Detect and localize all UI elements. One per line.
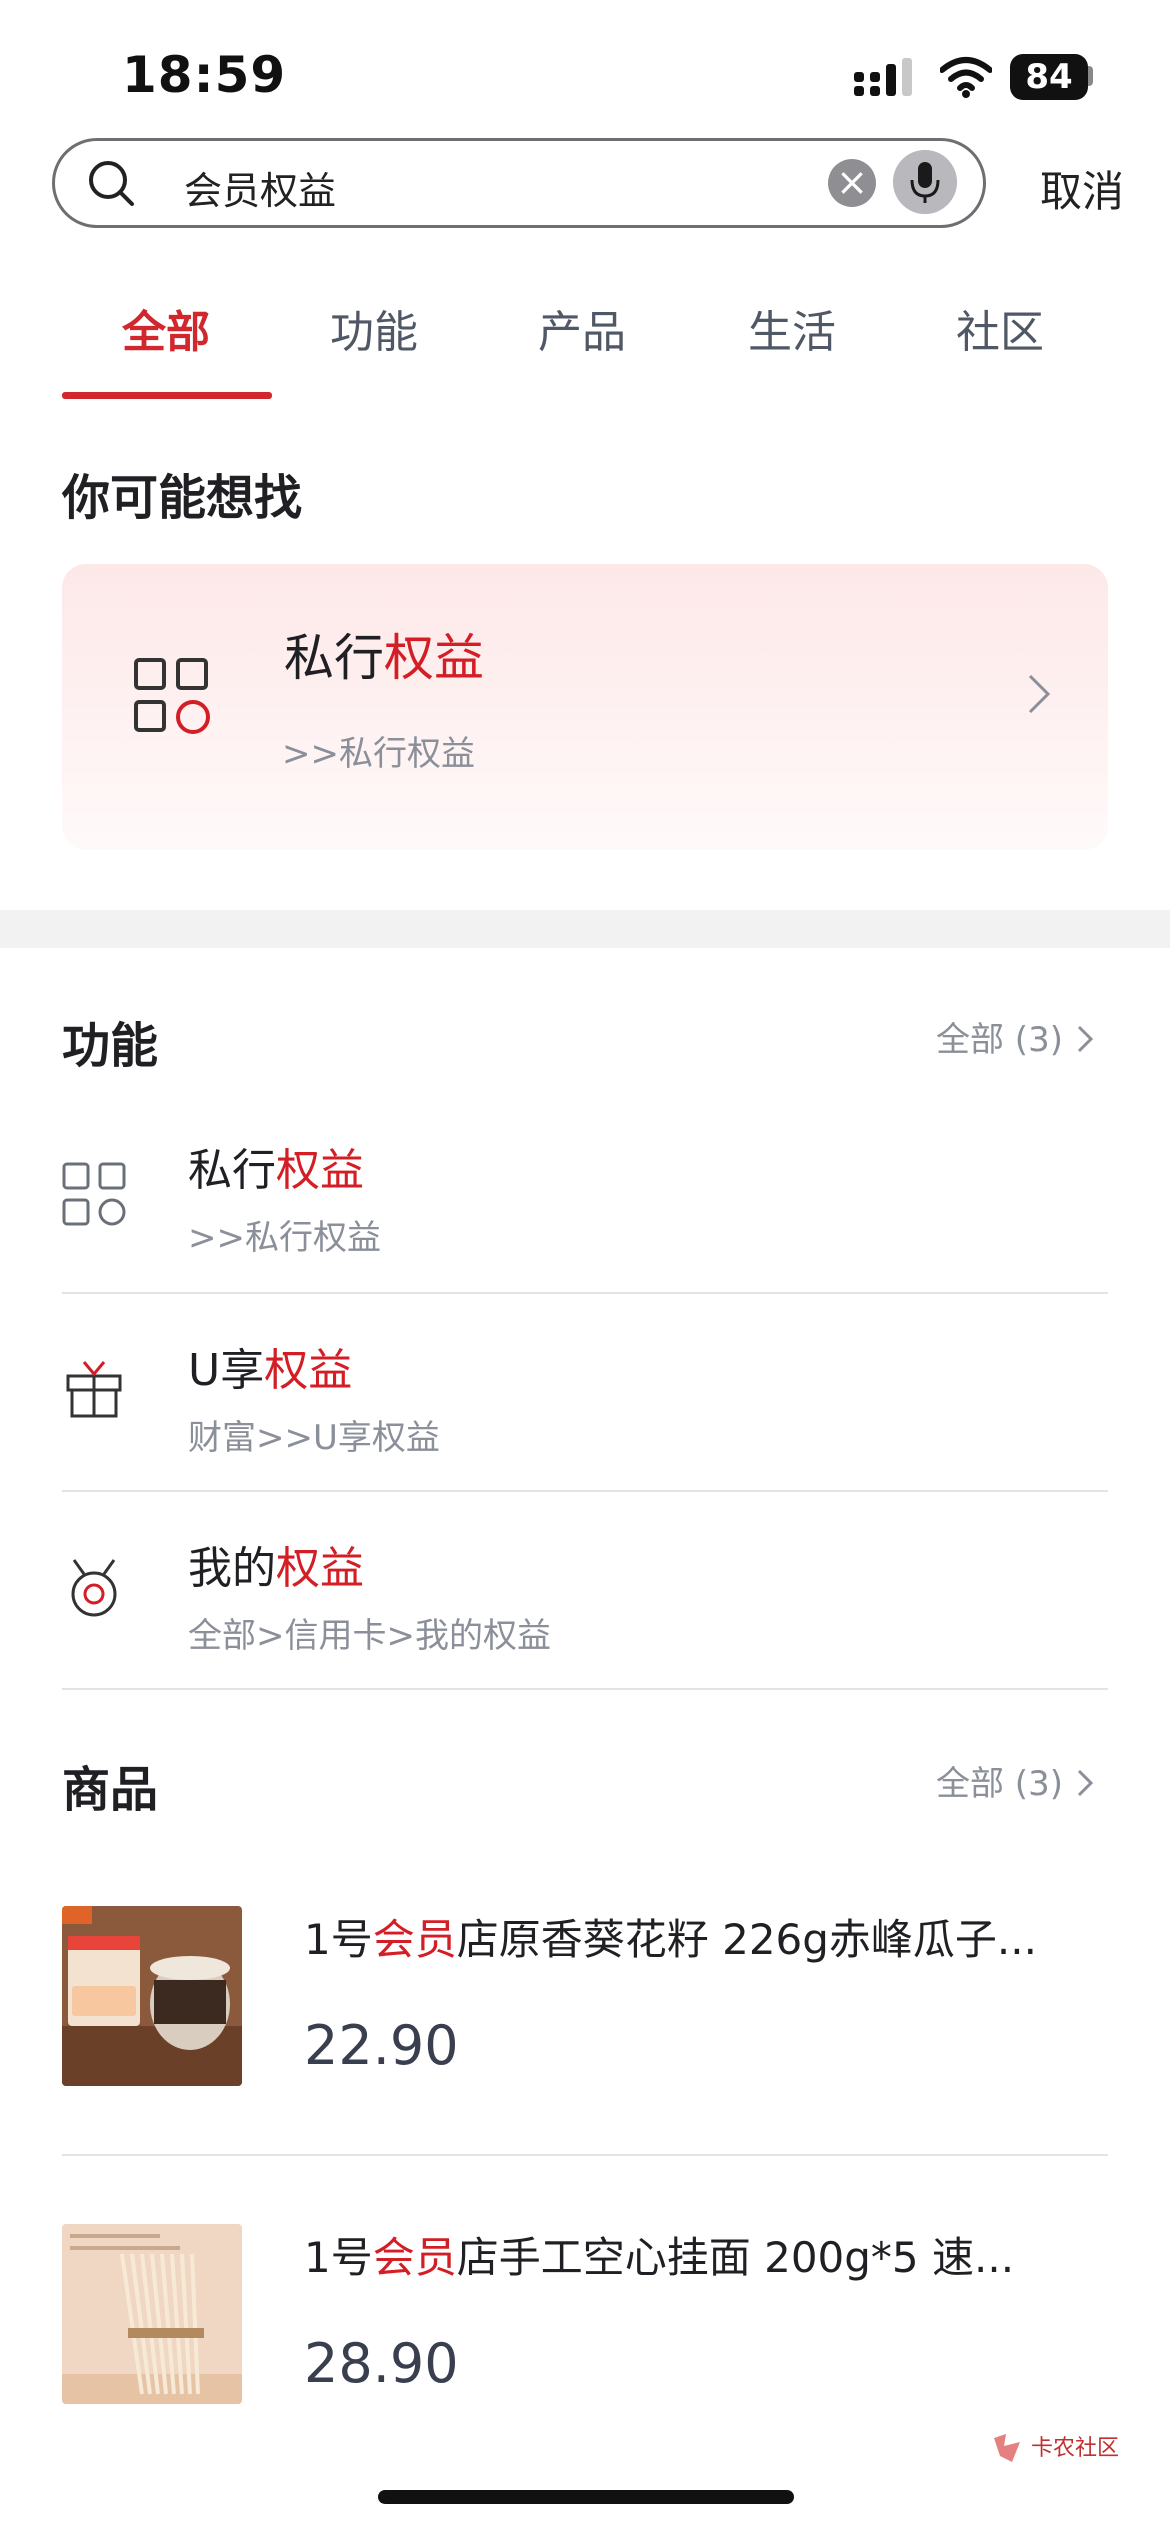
features-section-title: 功能 — [62, 1018, 159, 1074]
watermark-text: 卡农社区 — [1031, 2436, 1120, 2461]
feature-path: 财富>>U享权益 — [188, 1418, 440, 1458]
product-image-noodles — [62, 2224, 242, 2404]
feature-title-plain: U享 — [188, 1345, 265, 1396]
battery-tip — [1088, 66, 1093, 86]
suggestion-title-plain: 私行 — [284, 629, 384, 687]
microphone-icon[interactable] — [893, 150, 957, 214]
suggestion-title-highlight: 权益 — [384, 629, 484, 687]
gift-icon — [66, 1361, 122, 1418]
clear-icon[interactable]: × — [828, 159, 876, 207]
feature-path: >>私行权益 — [188, 1218, 381, 1258]
feature-title: 我的权益 — [188, 1532, 364, 1596]
product-title-rest: 店原香葵花籽 226g赤峰瓜子... — [456, 1915, 1037, 1964]
feature-path: 全部>信用卡>我的权益 — [188, 1616, 551, 1656]
feature-title-highlight: 权益 — [276, 1145, 364, 1196]
search-input[interactable]: 会员权益 — [184, 160, 336, 215]
grid-icon — [134, 658, 210, 734]
suggestion-title: 私行权益 — [284, 618, 484, 690]
row-divider — [62, 1688, 1108, 1690]
tab-all[interactable]: 全部 — [122, 296, 210, 360]
active-tab-indicator — [62, 392, 272, 399]
grid-icon — [62, 1162, 126, 1226]
products-section-title: 商品 — [62, 1762, 159, 1818]
battery-indicator: 84 — [1010, 54, 1088, 100]
home-indicator[interactable] — [378, 2490, 794, 2504]
product-title-prefix: 1号 — [304, 1915, 373, 1964]
suggestion-path: >>私行权益 — [282, 734, 475, 774]
watermark-icon — [994, 2434, 1020, 2462]
products-more-label: 全部 (3) — [936, 1764, 1063, 1804]
product-title: 1号会员店原香葵花籽 226g赤峰瓜子... — [304, 1906, 1037, 1967]
product-title-rest: 店手工空心挂面 200g*5 速... — [456, 2233, 1015, 2282]
feature-title-plain: 私行 — [188, 1145, 276, 1196]
product-title-prefix: 1号 — [304, 2233, 373, 2282]
watermark-logo: 卡农社区 — [990, 2430, 1119, 2466]
tab-features[interactable]: 功能 — [330, 296, 418, 360]
products-more-link[interactable]: 全部 (3) — [936, 1756, 1096, 1805]
wifi-icon — [940, 57, 992, 98]
features-more-label: 全部 (3) — [936, 1020, 1063, 1060]
product-price: 22.90 — [304, 2014, 459, 2077]
feature-title: 私行权益 — [188, 1134, 364, 1198]
cellular-signal-icon — [854, 58, 912, 96]
product-title: 1号会员店手工空心挂面 200g*5 速... — [304, 2224, 1014, 2285]
product-title-highlight: 会员 — [372, 2233, 457, 2282]
feature-title-highlight: 权益 — [264, 1345, 353, 1396]
features-more-link[interactable]: 全部 (3) — [936, 1012, 1096, 1061]
suggestion-section-title: 你可能想找 — [62, 470, 303, 526]
chevron-right-icon — [1077, 1025, 1093, 1053]
search-icon — [89, 161, 134, 206]
feature-title-plain: 我的 — [188, 1543, 276, 1594]
product-price: 28.90 — [304, 2332, 459, 2395]
suggestion-card[interactable] — [62, 564, 1108, 850]
feature-title: U享权益 — [188, 1334, 352, 1398]
cancel-button[interactable]: 取消 — [1040, 158, 1124, 219]
row-divider — [62, 2154, 1108, 2156]
feature-item[interactable] — [62, 1104, 1108, 1294]
tab-products[interactable]: 产品 — [538, 296, 626, 360]
medal-icon — [71, 1559, 117, 1617]
chevron-right-icon — [1077, 1769, 1093, 1797]
product-image-sunflower-seeds — [62, 1906, 242, 2086]
status-time: 18:59 — [122, 46, 287, 104]
tab-life[interactable]: 生活 — [748, 296, 836, 360]
feature-title-highlight: 权益 — [276, 1543, 364, 1594]
tab-community[interactable]: 社区 — [956, 296, 1044, 360]
product-title-highlight: 会员 — [372, 1915, 457, 1964]
chevron-right-icon — [1028, 674, 1051, 714]
section-divider — [0, 910, 1170, 948]
